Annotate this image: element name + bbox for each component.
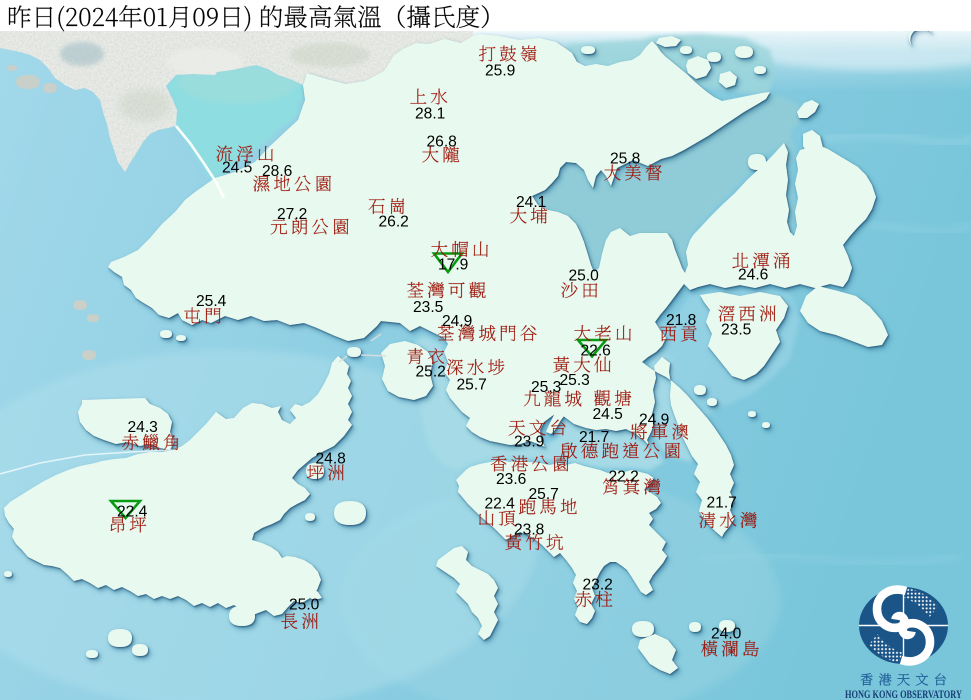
svg-text:28.6: 28.6 <box>262 163 292 180</box>
svg-text:25.2: 25.2 <box>416 363 446 380</box>
svg-text:25.0: 25.0 <box>569 267 600 284</box>
svg-text:23.8: 23.8 <box>514 521 544 538</box>
svg-text:25.3: 25.3 <box>560 372 590 389</box>
svg-text:22.4: 22.4 <box>485 495 516 512</box>
svg-text:23.5: 23.5 <box>413 299 444 316</box>
svg-text:21.8: 21.8 <box>666 312 696 329</box>
svg-text:23.5: 23.5 <box>721 321 752 338</box>
svg-text:23.9: 23.9 <box>514 433 544 450</box>
svg-text:28.1: 28.1 <box>415 105 445 122</box>
svg-text:27.2: 27.2 <box>277 206 307 223</box>
svg-text:23.6: 23.6 <box>496 471 526 488</box>
svg-text:17.9: 17.9 <box>438 256 468 273</box>
svg-text:24.5: 24.5 <box>222 159 253 176</box>
svg-text:24.0: 24.0 <box>711 625 742 642</box>
svg-text:26.8: 26.8 <box>427 133 457 150</box>
svg-text:25.7: 25.7 <box>457 376 487 393</box>
svg-text:24.8: 24.8 <box>316 450 346 467</box>
svg-text:HONG KONG OBSERVATORY: HONG KONG OBSERVATORY <box>845 688 962 700</box>
svg-text:24.9: 24.9 <box>442 313 472 330</box>
svg-text:25.7: 25.7 <box>529 486 559 503</box>
svg-text:21.7: 21.7 <box>579 429 609 446</box>
svg-text:24.9: 24.9 <box>639 411 669 428</box>
svg-text:24.5: 24.5 <box>593 406 624 423</box>
svg-text:24.3: 24.3 <box>128 419 158 436</box>
svg-text:22.2: 22.2 <box>609 468 639 485</box>
svg-text:21.7: 21.7 <box>707 494 737 511</box>
svg-text:22.4: 22.4 <box>117 503 148 520</box>
svg-text:24.1: 24.1 <box>516 194 546 211</box>
svg-text:25.8: 25.8 <box>610 150 640 167</box>
svg-text:25.0: 25.0 <box>289 596 320 613</box>
svg-text:22.6: 22.6 <box>581 342 611 359</box>
svg-text:25.3: 25.3 <box>531 379 561 396</box>
svg-text:25.9: 25.9 <box>485 62 515 79</box>
svg-text:24.6: 24.6 <box>738 266 768 283</box>
svg-text:25.4: 25.4 <box>196 293 227 310</box>
svg-text:26.2: 26.2 <box>379 213 409 230</box>
svg-text:23.2: 23.2 <box>583 576 613 593</box>
